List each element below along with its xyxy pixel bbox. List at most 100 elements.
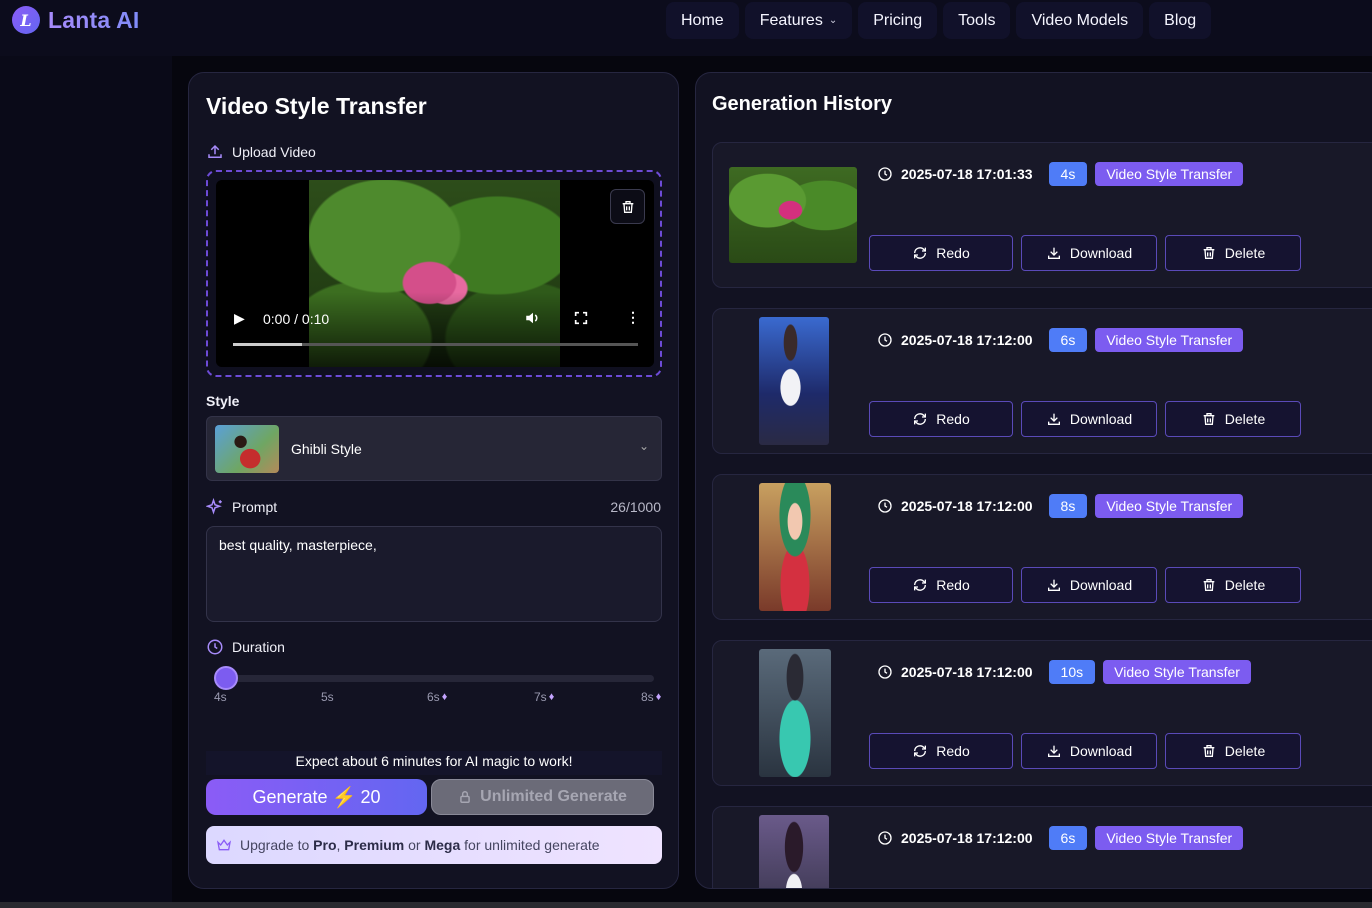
more-options-icon[interactable]: ⋮ bbox=[626, 309, 640, 326]
download-button[interactable]: Download bbox=[1021, 235, 1157, 271]
remove-video-button[interactable] bbox=[610, 189, 645, 224]
history-thumbnail[interactable] bbox=[759, 317, 829, 445]
download-label: Download bbox=[1069, 577, 1133, 593]
generation-history-panel: Generation History 2025-07-18 17:01:33 4s… bbox=[695, 72, 1372, 889]
play-icon[interactable]: ▶ bbox=[234, 310, 245, 327]
duration-badge: 6s bbox=[1048, 328, 1088, 352]
clock-icon bbox=[207, 639, 223, 655]
duration-label: Duration bbox=[232, 639, 285, 655]
download-label: Download bbox=[1069, 743, 1133, 759]
redo-label: Redo bbox=[936, 411, 970, 427]
history-date: 2025-07-18 17:12:00 bbox=[901, 498, 1033, 514]
nav-features[interactable]: Features ⌄ bbox=[744, 2, 853, 39]
volume-icon[interactable] bbox=[524, 309, 542, 330]
type-badge: Video Style Transfer bbox=[1095, 826, 1244, 850]
history-actions: Redo Download Delete bbox=[869, 401, 1301, 437]
upgrade-mega: Mega bbox=[424, 837, 461, 853]
history-meta: 2025-07-18 17:12:00 6s Video Style Transfe… bbox=[877, 327, 1244, 353]
duration-slider-track[interactable] bbox=[226, 675, 654, 682]
diamond-icon: ♦ bbox=[655, 691, 662, 703]
duration-badge: 6s bbox=[1048, 826, 1088, 850]
download-label: Download bbox=[1069, 411, 1133, 427]
download-button[interactable]: Download bbox=[1021, 567, 1157, 603]
history-meta: 2025-07-18 17:12:00 6s Video Style Transfe… bbox=[877, 825, 1244, 851]
brand-logo[interactable]: L Lanta AI bbox=[12, 6, 139, 34]
type-badge: Video Style Transfer bbox=[1103, 660, 1251, 684]
nav-pricing-label: Pricing bbox=[873, 11, 923, 29]
nav-tools[interactable]: Tools bbox=[943, 2, 1011, 39]
delete-button[interactable]: Delete bbox=[1165, 401, 1301, 437]
redo-label: Redo bbox=[936, 245, 970, 261]
history-meta: 2025-07-18 17:12:00 10s Video Style Transf… bbox=[877, 659, 1251, 685]
upgrade-suffix: for unlimited generate bbox=[464, 837, 600, 853]
history-date: 2025-07-18 17:12:00 bbox=[901, 830, 1033, 846]
download-button[interactable]: Download bbox=[1021, 401, 1157, 437]
history-actions: Redo Download Delete bbox=[869, 733, 1301, 769]
redo-label: Redo bbox=[936, 577, 970, 593]
lock-icon bbox=[460, 791, 470, 803]
download-label: Download bbox=[1069, 245, 1133, 261]
nav-blog[interactable]: Blog bbox=[1149, 2, 1212, 39]
main-nav: Home Features ⌄ Pricing Tools Video Model… bbox=[666, 2, 1212, 39]
duration-tick-label: 6s bbox=[427, 690, 440, 704]
fullscreen-icon[interactable] bbox=[573, 310, 589, 329]
video-controls: ▶ 0:00 / 0:10 ⋮ bbox=[216, 308, 654, 332]
delete-button[interactable]: Delete bbox=[1165, 567, 1301, 603]
sidebar bbox=[0, 56, 172, 908]
history-thumbnail[interactable] bbox=[759, 649, 831, 777]
redo-icon bbox=[914, 579, 927, 591]
unlimited-generate-button[interactable]: Unlimited Generate bbox=[431, 779, 654, 815]
history-card: 2025-07-18 17:01:33 4s Video Style Transfe… bbox=[712, 142, 1372, 288]
prompt-char-counter: 26/1000 bbox=[610, 499, 661, 515]
nav-video-models[interactable]: Video Models bbox=[1016, 2, 1144, 39]
upgrade-premium: Premium bbox=[344, 837, 405, 853]
history-title: Generation History bbox=[712, 93, 893, 115]
delete-label: Delete bbox=[1224, 743, 1266, 759]
logo-mark-icon: L bbox=[12, 6, 40, 34]
history-thumbnail[interactable] bbox=[729, 167, 857, 263]
redo-button[interactable]: Redo bbox=[869, 401, 1013, 437]
history-card: 2025-07-18 17:12:00 6s Video Style Transfe… bbox=[712, 806, 1372, 888]
nav-video-models-label: Video Models bbox=[1031, 11, 1129, 29]
style-select[interactable]: Ghibli Style ⌄ bbox=[206, 416, 662, 481]
download-icon bbox=[1047, 247, 1060, 259]
history-thumbnail[interactable] bbox=[759, 815, 829, 888]
video-progress-bar[interactable] bbox=[233, 343, 638, 346]
delete-button[interactable]: Delete bbox=[1165, 235, 1301, 271]
download-button[interactable]: Download bbox=[1021, 733, 1157, 769]
horizontal-scrollbar[interactable] bbox=[0, 902, 1372, 908]
chevron-down-icon: ⌄ bbox=[638, 439, 649, 453]
redo-button[interactable]: Redo bbox=[869, 567, 1013, 603]
clock-icon bbox=[878, 333, 892, 347]
redo-label: Redo bbox=[936, 743, 970, 759]
nav-pricing[interactable]: Pricing bbox=[858, 2, 938, 39]
nav-home[interactable]: Home bbox=[666, 2, 739, 39]
duration-tick-label: 4s bbox=[214, 690, 227, 704]
clock-icon bbox=[878, 665, 892, 679]
history-meta: 2025-07-18 17:12:00 8s Video Style Transfe… bbox=[877, 493, 1244, 519]
redo-button[interactable]: Redo bbox=[869, 733, 1013, 769]
video-player[interactable]: ▶ 0:00 / 0:10 ⋮ bbox=[216, 180, 654, 367]
delete-label: Delete bbox=[1224, 577, 1266, 593]
prompt-textarea[interactable]: best quality, masterpiece, bbox=[206, 526, 662, 622]
upgrade-banner[interactable]: Upgrade to Pro, Premium or Mega for unli… bbox=[206, 826, 662, 864]
type-badge: Video Style Transfer bbox=[1095, 162, 1244, 186]
duration-badge: 8s bbox=[1048, 494, 1088, 518]
duration-tick-label: 8s bbox=[641, 690, 654, 704]
style-transfer-panel: Video Style Transfer Upload Video ▶ 0:00… bbox=[188, 72, 679, 889]
redo-icon bbox=[914, 745, 927, 757]
delete-button[interactable]: Delete bbox=[1165, 733, 1301, 769]
nav-blog-label: Blog bbox=[1164, 11, 1197, 29]
history-thumbnail[interactable] bbox=[759, 483, 831, 611]
duration-tick-7s: 7s ♦ bbox=[534, 690, 554, 704]
nav-features-label: Features bbox=[759, 11, 823, 29]
video-upload-dropzone[interactable]: ▶ 0:00 / 0:10 ⋮ bbox=[206, 170, 662, 377]
generate-button[interactable]: Generate ⚡ 20 bbox=[206, 779, 427, 815]
redo-button[interactable]: Redo bbox=[869, 235, 1013, 271]
trash-icon bbox=[1203, 413, 1215, 425]
trash-icon bbox=[1203, 745, 1215, 757]
clock-icon bbox=[878, 831, 892, 845]
style-thumbnail bbox=[215, 425, 279, 473]
duration-slider-handle[interactable] bbox=[214, 666, 238, 690]
trash-icon bbox=[622, 200, 633, 213]
